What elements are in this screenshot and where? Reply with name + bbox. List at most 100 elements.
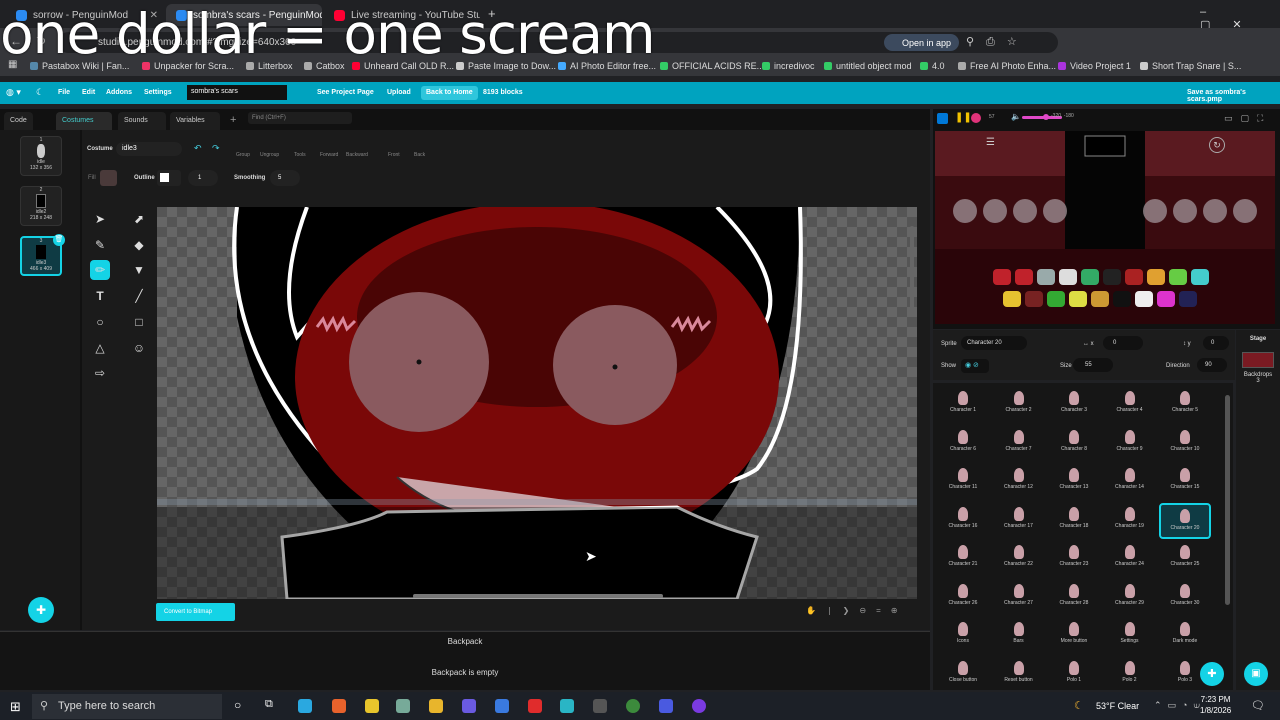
upload-button[interactable]: Upload xyxy=(382,86,416,100)
volume-icon[interactable]: 🔈 xyxy=(1011,112,1021,121)
taskbar-app-icon[interactable] xyxy=(495,699,509,713)
taskbar-app-icon[interactable] xyxy=(332,699,346,713)
sprite-item[interactable]: Character 18 xyxy=(1048,503,1100,539)
sprite-item[interactable]: Character 15 xyxy=(1159,464,1211,500)
triangle-tool-icon[interactable]: △ xyxy=(93,341,107,355)
find-input[interactable]: Find (Ctrl+F) xyxy=(248,112,352,124)
sprite-item[interactable]: Dark mode xyxy=(1159,618,1211,654)
cortana-icon[interactable]: ○ xyxy=(234,698,241,712)
bookmark-item[interactable]: untitled object mod xyxy=(824,61,912,71)
brush-tool-icon[interactable]: ✎ xyxy=(93,238,107,252)
add-tab-icon[interactable]: + xyxy=(230,114,236,126)
y-input[interactable]: 0 xyxy=(1203,336,1229,350)
sprite-item[interactable]: Character 14 xyxy=(1104,464,1156,500)
theme-icon[interactable]: ☾ xyxy=(36,87,44,98)
costume-item[interactable]: 2 idle2 218 x 248 xyxy=(20,186,62,226)
sprite-item[interactable]: Character 23 xyxy=(1048,541,1100,577)
stage-canvas[interactable] xyxy=(935,131,1275,324)
select-tool-icon[interactable]: ➤ xyxy=(93,212,107,226)
sprite-item[interactable]: Character 8 xyxy=(1048,426,1100,462)
sprite-item[interactable]: More button xyxy=(1048,618,1100,654)
add-costume-button[interactable]: ✚ xyxy=(28,597,54,623)
pause-icon[interactable]: ❚❚ xyxy=(955,112,972,123)
sprite-item[interactable]: Character 22 xyxy=(993,541,1045,577)
bookmark-item[interactable]: incredivoc xyxy=(762,61,815,71)
sticker-tool-icon[interactable]: ☺ xyxy=(132,341,146,355)
sprite-item[interactable]: Settings xyxy=(1104,618,1156,654)
direction-input[interactable]: 90 xyxy=(1197,358,1227,372)
sprite-item[interactable]: Character 10 xyxy=(1159,426,1211,462)
chrome-icon[interactable] xyxy=(626,699,640,713)
browser-action-icons[interactable]: ⚲⎙☆ xyxy=(966,35,1029,49)
taskbar-app-icon[interactable] xyxy=(593,699,607,713)
sprite-item[interactable]: Character 26 xyxy=(937,580,989,616)
x-input[interactable]: 0 xyxy=(1103,336,1143,350)
line-tool-icon[interactable]: ╱ xyxy=(132,289,146,303)
add-sprite-button[interactable]: ✚ xyxy=(1200,662,1224,686)
costume-name-input[interactable]: idle3 xyxy=(116,142,182,156)
ungroup-button[interactable]: Ungroup xyxy=(260,152,279,158)
delete-costume-icon[interactable]: 🗑 xyxy=(53,234,65,246)
bookmark-item[interactable]: OFFICIAL ACIDS RE... xyxy=(660,61,764,71)
sprite-item[interactable]: Character 25 xyxy=(1159,541,1211,577)
tools-button[interactable]: Tools xyxy=(294,152,306,158)
sprite-item-selected[interactable]: Character 20 xyxy=(1159,502,1211,539)
back-to-home-button[interactable]: Back to Home xyxy=(421,86,478,100)
tab-costumes[interactable]: Costumes xyxy=(56,112,112,130)
sprite-list-scrollbar[interactable] xyxy=(1225,395,1230,605)
notifications-icon[interactable]: 🗨 xyxy=(1251,699,1265,712)
taskbar-app-icon[interactable] xyxy=(298,699,312,713)
sprite-item[interactable]: Icons xyxy=(937,618,989,654)
sprite-item[interactable]: Character 2 xyxy=(993,387,1045,423)
open-in-app-button[interactable]: Open in app xyxy=(884,34,960,51)
youtube-icon[interactable] xyxy=(528,699,542,713)
sprite-name-input[interactable]: Character 20 xyxy=(961,336,1027,350)
stage-thumbnail[interactable] xyxy=(1242,352,1274,368)
outline-width-input[interactable]: 1 xyxy=(188,170,218,186)
sprite-item[interactable]: Character 11 xyxy=(937,464,989,500)
redo-icon[interactable]: ↷ xyxy=(212,143,220,154)
system-tray-icons[interactable]: ⌃▭◔⟒ xyxy=(1154,700,1206,711)
canvas-vertical-scrollbar[interactable] xyxy=(910,226,914,316)
backward-button[interactable]: Backward xyxy=(346,152,368,158)
taskbar-search-input[interactable]: Type here to search xyxy=(32,694,222,719)
add-backdrop-button[interactable]: ▣ xyxy=(1244,662,1268,686)
sprite-item[interactable]: Character 13 xyxy=(1048,464,1100,500)
sprite-item[interactable]: Character 4 xyxy=(1104,387,1156,423)
reshape-tool-icon[interactable]: ⬈ xyxy=(132,212,146,226)
convert-to-bitmap-button[interactable]: Convert to Bitmap xyxy=(156,603,235,621)
sprite-item[interactable]: Character 6 xyxy=(937,426,989,462)
sprite-item[interactable]: Character 27 xyxy=(993,580,1045,616)
pencil-tool-icon[interactable]: ✏ xyxy=(90,260,110,280)
sprite-item[interactable]: Character 7 xyxy=(993,426,1045,462)
green-flag-icon[interactable] xyxy=(937,113,948,124)
sprite-item[interactable]: Character 28 xyxy=(1048,580,1100,616)
paint-canvas[interactable] xyxy=(157,207,917,599)
bookmark-item[interactable]: 4.0 xyxy=(920,61,945,71)
taskbar-clock[interactable]: 7:23 PM 1/8/2026 xyxy=(1200,694,1231,716)
bookmark-item[interactable]: Video Project 1 xyxy=(1058,61,1131,71)
sprite-item[interactable]: Character 21 xyxy=(937,541,989,577)
taskbar-app-icon[interactable] xyxy=(462,699,476,713)
sprite-item[interactable]: Character 24 xyxy=(1104,541,1156,577)
taskbar-app-icon[interactable] xyxy=(659,699,673,713)
text-tool-icon[interactable]: T xyxy=(93,289,107,303)
tab-code[interactable]: Code xyxy=(4,112,33,130)
bookmark-item[interactable]: Short Trap Snare | S... xyxy=(1140,61,1241,71)
menu-edit[interactable]: Edit xyxy=(82,89,95,96)
outline-swatch[interactable] xyxy=(157,170,181,186)
show-toggle-icons[interactable]: ◉ ⊘ xyxy=(961,359,989,373)
sprite-item[interactable]: Bars xyxy=(993,618,1045,654)
sprite-item[interactable]: Character 5 xyxy=(1159,387,1211,423)
task-view-icon[interactable]: ⧉ xyxy=(265,698,273,711)
taskbar-app-icon[interactable] xyxy=(692,699,706,713)
sprite-item[interactable]: Character 9 xyxy=(1104,426,1156,462)
see-project-page-button[interactable]: See Project Page xyxy=(312,86,379,100)
back-button[interactable]: Back xyxy=(414,152,425,158)
menu-settings[interactable]: Settings xyxy=(144,89,172,96)
rectangle-tool-icon[interactable]: □ xyxy=(132,315,146,329)
sprite-item[interactable]: Character 1 xyxy=(937,387,989,423)
project-title-input[interactable]: sombra's scars xyxy=(187,85,287,100)
arrow-tool-icon[interactable]: ⇨ xyxy=(93,366,107,380)
globe-icon[interactable]: ◍ ▾ xyxy=(6,87,21,98)
